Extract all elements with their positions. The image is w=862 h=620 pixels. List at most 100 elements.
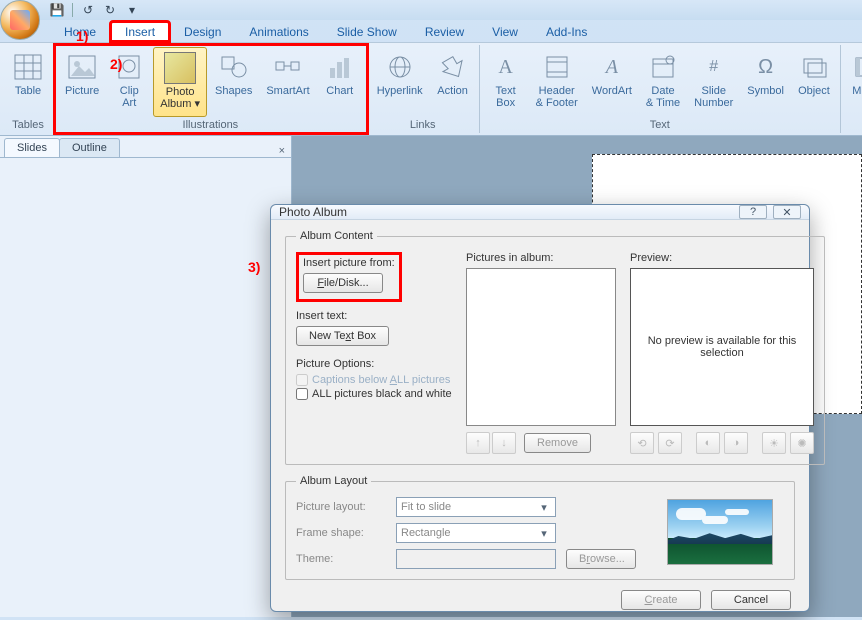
- shapes-icon: [218, 51, 250, 83]
- picture-label: Picture: [65, 85, 99, 97]
- tab-slides[interactable]: Slides: [4, 138, 60, 157]
- rotate-left-button[interactable]: ⟲: [630, 432, 654, 454]
- movie-button[interactable]: Movie: [845, 47, 862, 117]
- move-down-button[interactable]: ↓: [492, 432, 516, 454]
- dialog-titlebar[interactable]: Photo Album ? ✕: [271, 205, 809, 220]
- tab-slideshow[interactable]: Slide Show: [323, 22, 411, 42]
- help-button[interactable]: ?: [739, 205, 767, 219]
- frame-shape-combo[interactable]: Rectangle▾: [396, 523, 556, 543]
- annotation-2: 2): [110, 56, 122, 72]
- ribbon-group-label: Illustrations: [59, 117, 362, 133]
- action-label: Action: [437, 85, 468, 97]
- rotate-right-button[interactable]: ⟳: [658, 432, 682, 454]
- hyperlink-label: Hyperlink: [377, 85, 423, 97]
- textbox-label: Text Box: [496, 85, 516, 109]
- object-button[interactable]: Object: [792, 47, 836, 117]
- blackwhite-checkbox[interactable]: ALL pictures black and white: [296, 388, 452, 400]
- new-textbox-button[interactable]: New Text Box: [296, 326, 389, 346]
- tab-design[interactable]: Design: [170, 22, 235, 42]
- picture-button[interactable]: Picture: [59, 47, 105, 117]
- photo-album-icon: [164, 52, 196, 84]
- preview-box: No preview is available for this selecti…: [630, 268, 814, 426]
- redo-icon[interactable]: ↻: [101, 1, 119, 19]
- move-up-button[interactable]: ↑: [466, 432, 490, 454]
- cancel-button[interactable]: Cancel: [711, 590, 791, 610]
- smartart-icon: [272, 51, 304, 83]
- create-button[interactable]: Create: [621, 590, 701, 610]
- album-layout-legend: Album Layout: [296, 475, 371, 487]
- insert-from-label: Insert picture from:: [303, 257, 395, 269]
- object-label: Object: [798, 85, 830, 97]
- datetime-button[interactable]: Date & Time: [640, 47, 686, 117]
- annotation-3: 3): [248, 259, 260, 275]
- close-pane-icon[interactable]: ×: [279, 145, 285, 157]
- undo-icon[interactable]: ↺: [79, 1, 97, 19]
- chevron-down-icon: ▾: [537, 501, 551, 514]
- hyperlink-button[interactable]: Hyperlink: [371, 47, 429, 117]
- tab-view[interactable]: View: [478, 22, 532, 42]
- office-button[interactable]: [0, 0, 40, 40]
- contrast-down-button[interactable]: ◑: [724, 432, 748, 454]
- wordart-label: WordArt: [592, 85, 632, 97]
- tab-insert[interactable]: Insert: [110, 21, 170, 42]
- symbol-button[interactable]: Ω Symbol: [741, 47, 790, 117]
- chart-button[interactable]: Chart: [318, 47, 362, 117]
- album-layout-group: Album Layout Picture layout: Fit to slid…: [285, 475, 795, 580]
- picture-options-label: Picture Options:: [296, 358, 452, 370]
- slides-outline-pane: Slides Outline ×: [0, 136, 292, 617]
- dialog-title: Photo Album: [279, 205, 347, 219]
- insert-text-label: Insert text:: [296, 310, 452, 322]
- browse-button[interactable]: Browse...: [566, 549, 636, 569]
- close-button[interactable]: ✕: [773, 205, 801, 219]
- frame-shape-label: Frame shape:: [296, 527, 386, 539]
- slidenumber-button[interactable]: #Slide Number: [688, 47, 739, 117]
- save-icon[interactable]: 💾: [48, 1, 66, 19]
- theme-label: Theme:: [296, 553, 386, 565]
- shapes-button[interactable]: Shapes: [209, 47, 258, 117]
- qat-more-icon[interactable]: ▾: [123, 1, 141, 19]
- tab-outline[interactable]: Outline: [59, 138, 120, 157]
- ribbon-group-label: Text: [484, 117, 836, 133]
- tab-review[interactable]: Review: [411, 22, 478, 42]
- picture-layout-combo[interactable]: Fit to slide▾: [396, 497, 556, 517]
- hyperlink-icon: [384, 51, 416, 83]
- wordart-button[interactable]: AWordArt: [586, 47, 638, 117]
- theme-input[interactable]: [396, 549, 556, 569]
- brightness-down-button[interactable]: ✺: [790, 432, 814, 454]
- file-disk-button[interactable]: FFile/Disk...ile/Disk...: [303, 273, 383, 293]
- photo-album-dialog: Photo Album ? ✕ Album Content Insert pic…: [270, 204, 810, 612]
- pictures-listbox[interactable]: [466, 268, 616, 426]
- contrast-up-button[interactable]: ◐: [696, 432, 720, 454]
- ribbon: Table Tables Picture Clip Art Photo Albu…: [0, 42, 862, 136]
- ribbon-group-media: Movie Sound Media Clips: [841, 45, 862, 133]
- ribbon-group-links: Hyperlink Action Links: [367, 45, 480, 133]
- symbol-icon: Ω: [750, 51, 782, 83]
- movie-label: Movie: [852, 85, 862, 97]
- header-footer-icon: [541, 51, 573, 83]
- tab-addins[interactable]: Add-Ins: [532, 22, 601, 42]
- clipart-label: Clip Art: [120, 85, 139, 109]
- tab-animations[interactable]: Animations: [235, 22, 322, 42]
- preview-label: Preview:: [630, 252, 814, 264]
- layout-preview-thumb: [667, 499, 773, 565]
- symbol-label: Symbol: [747, 85, 784, 97]
- smartart-button[interactable]: SmartArt: [260, 47, 315, 117]
- ribbon-group-text: AText Box Header & Footer AWordArt Date …: [480, 45, 841, 133]
- photo-album-label: Photo Album ▾: [160, 86, 200, 110]
- ribbon-group-label: Media Clips: [845, 117, 862, 133]
- pictures-in-album-label: Pictures in album:: [466, 252, 616, 264]
- textbox-icon: A: [490, 51, 522, 83]
- photo-album-button[interactable]: Photo Album ▾: [153, 47, 207, 117]
- ribbon-group-illustrations: Picture Clip Art Photo Album ▾ Shapes Sm…: [55, 45, 367, 133]
- quick-access-toolbar: 💾 ↺ ↻ ▾: [48, 1, 141, 19]
- captions-checkbox[interactable]: Captions below ALL pictures: [296, 374, 452, 386]
- table-button[interactable]: Table: [6, 47, 50, 117]
- textbox-button[interactable]: AText Box: [484, 47, 528, 117]
- brightness-up-button[interactable]: ☀: [762, 432, 786, 454]
- remove-button[interactable]: Remove: [524, 433, 591, 453]
- chart-icon: [324, 51, 356, 83]
- slidenumber-label: Slide Number: [694, 85, 733, 109]
- action-button[interactable]: Action: [431, 47, 475, 117]
- header-footer-button[interactable]: Header & Footer: [530, 47, 584, 117]
- picture-layout-label: Picture layout:: [296, 501, 386, 513]
